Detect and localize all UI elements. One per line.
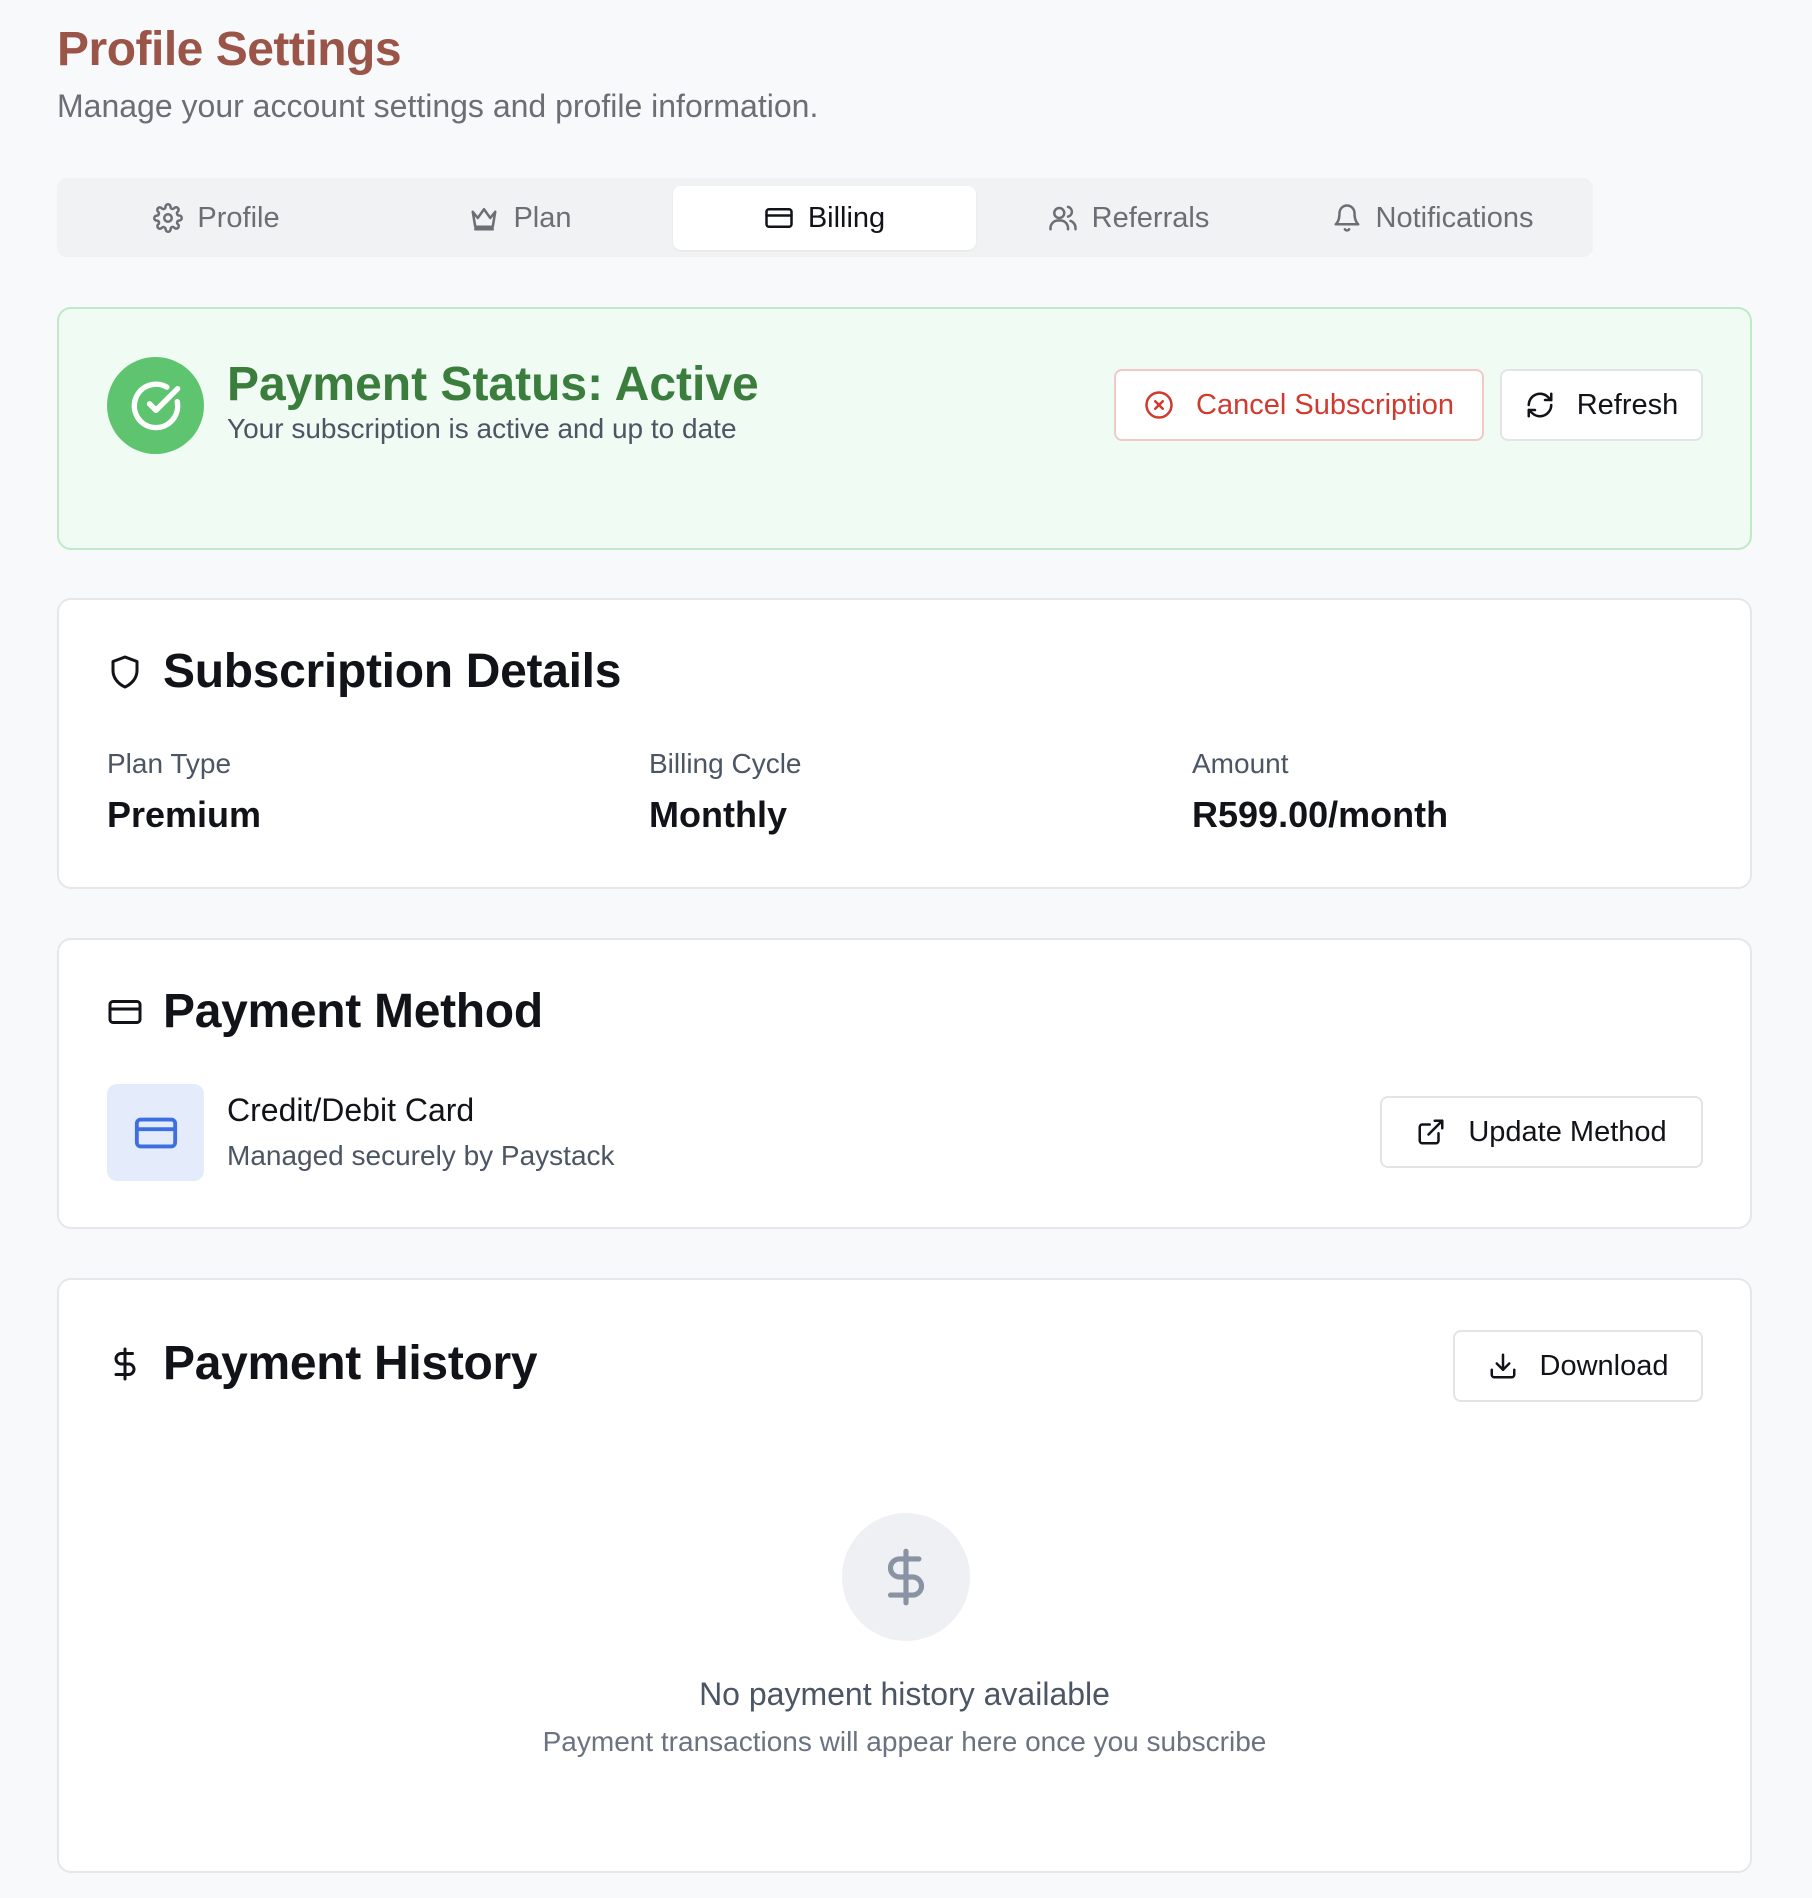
billing-cycle-field: Billing Cycle Monthly [649, 748, 802, 836]
tab-referrals[interactable]: Referrals [977, 186, 1280, 250]
users-icon [1048, 205, 1077, 231]
x-circle-icon [1145, 391, 1173, 419]
payment-status-title: Payment Status: Active [227, 358, 759, 411]
payment-method-card: Payment Method Credit/Debit Card Managed… [57, 938, 1752, 1229]
credit-card-icon [134, 1117, 177, 1148]
settings-tabs: Profile Plan Billing Referrals Notificat… [57, 178, 1593, 257]
tab-profile[interactable]: Profile [65, 186, 368, 250]
tab-plan[interactable]: Plan [369, 186, 672, 250]
credit-card-icon [765, 208, 793, 228]
payment-method-title: Payment Method [163, 985, 543, 1038]
tab-referrals-label: Referrals [1091, 201, 1210, 234]
status-check-badge [107, 357, 204, 454]
payment-method-heading: Payment Method [107, 984, 543, 1039]
payment-history-heading: Payment History [107, 1336, 538, 1391]
empty-state-title: No payment history available [699, 1676, 1110, 1712]
payment-method-name: Credit/Debit Card [227, 1092, 475, 1128]
tab-plan-label: Plan [513, 201, 572, 234]
plan-type-value: Premium [107, 794, 262, 835]
download-icon [1490, 1353, 1515, 1379]
refresh-button[interactable]: Refresh [1500, 369, 1703, 441]
amount-value: R599.00/month [1192, 794, 1449, 835]
tab-notifications-label: Notifications [1375, 201, 1534, 234]
payment-history-card: Payment History Download No payment hist… [57, 1278, 1752, 1873]
refresh-label: Refresh [1576, 388, 1679, 421]
subscription-details-title: Subscription Details [163, 645, 622, 698]
dollar-icon [887, 1548, 925, 1606]
tab-profile-label: Profile [197, 201, 280, 234]
plan-type-label: Plan Type [107, 748, 232, 779]
cancel-subscription-button[interactable]: Cancel Subscription [1114, 369, 1484, 441]
page-title: Profile Settings [57, 23, 402, 76]
card-icon-box [107, 1084, 204, 1181]
amount-label: Amount [1192, 748, 1289, 779]
page-subtitle: Manage your account settings and profile… [57, 88, 819, 124]
profile-settings-page: Profile Settings Manage your account set… [0, 0, 1812, 1898]
crown-icon [471, 208, 497, 231]
payment-status-subtitle: Your subscription is active and up to da… [227, 413, 737, 444]
credit-card-icon [108, 999, 142, 1024]
download-label: Download [1539, 1349, 1669, 1382]
empty-state-badge [842, 1513, 970, 1641]
billing-cycle-label: Billing Cycle [649, 748, 802, 779]
payment-method-subtitle: Managed securely by Paystack [227, 1140, 615, 1171]
tab-notifications[interactable]: Notifications [1281, 186, 1584, 250]
shield-icon [111, 655, 139, 688]
external-link-icon [1418, 1119, 1444, 1145]
refresh-icon [1527, 392, 1553, 418]
gear-icon [153, 203, 184, 233]
update-method-button[interactable]: Update Method [1380, 1096, 1703, 1168]
subscription-details-card: Subscription Details Plan Type Premium B… [57, 598, 1752, 889]
tab-billing-label: Billing [807, 201, 886, 234]
billing-cycle-value: Monthly [649, 794, 787, 835]
check-circle-icon [131, 381, 180, 430]
subscription-details-heading: Subscription Details [107, 644, 621, 699]
download-button[interactable]: Download [1453, 1330, 1703, 1402]
dollar-icon [114, 1347, 136, 1380]
plan-type-field: Plan Type Premium [107, 748, 261, 836]
update-method-label: Update Method [1468, 1115, 1667, 1148]
cancel-subscription-label: Cancel Subscription [1196, 388, 1454, 421]
amount-field: Amount R599.00/month [1192, 748, 1448, 836]
payment-history-title: Payment History [163, 1337, 538, 1390]
bell-icon [1334, 204, 1360, 232]
payment-status-card: Payment Status: Active Your subscription… [57, 307, 1752, 550]
empty-state-subtitle: Payment transactions will appear here on… [542, 1726, 1267, 1757]
tab-billing[interactable]: Billing [673, 186, 976, 250]
